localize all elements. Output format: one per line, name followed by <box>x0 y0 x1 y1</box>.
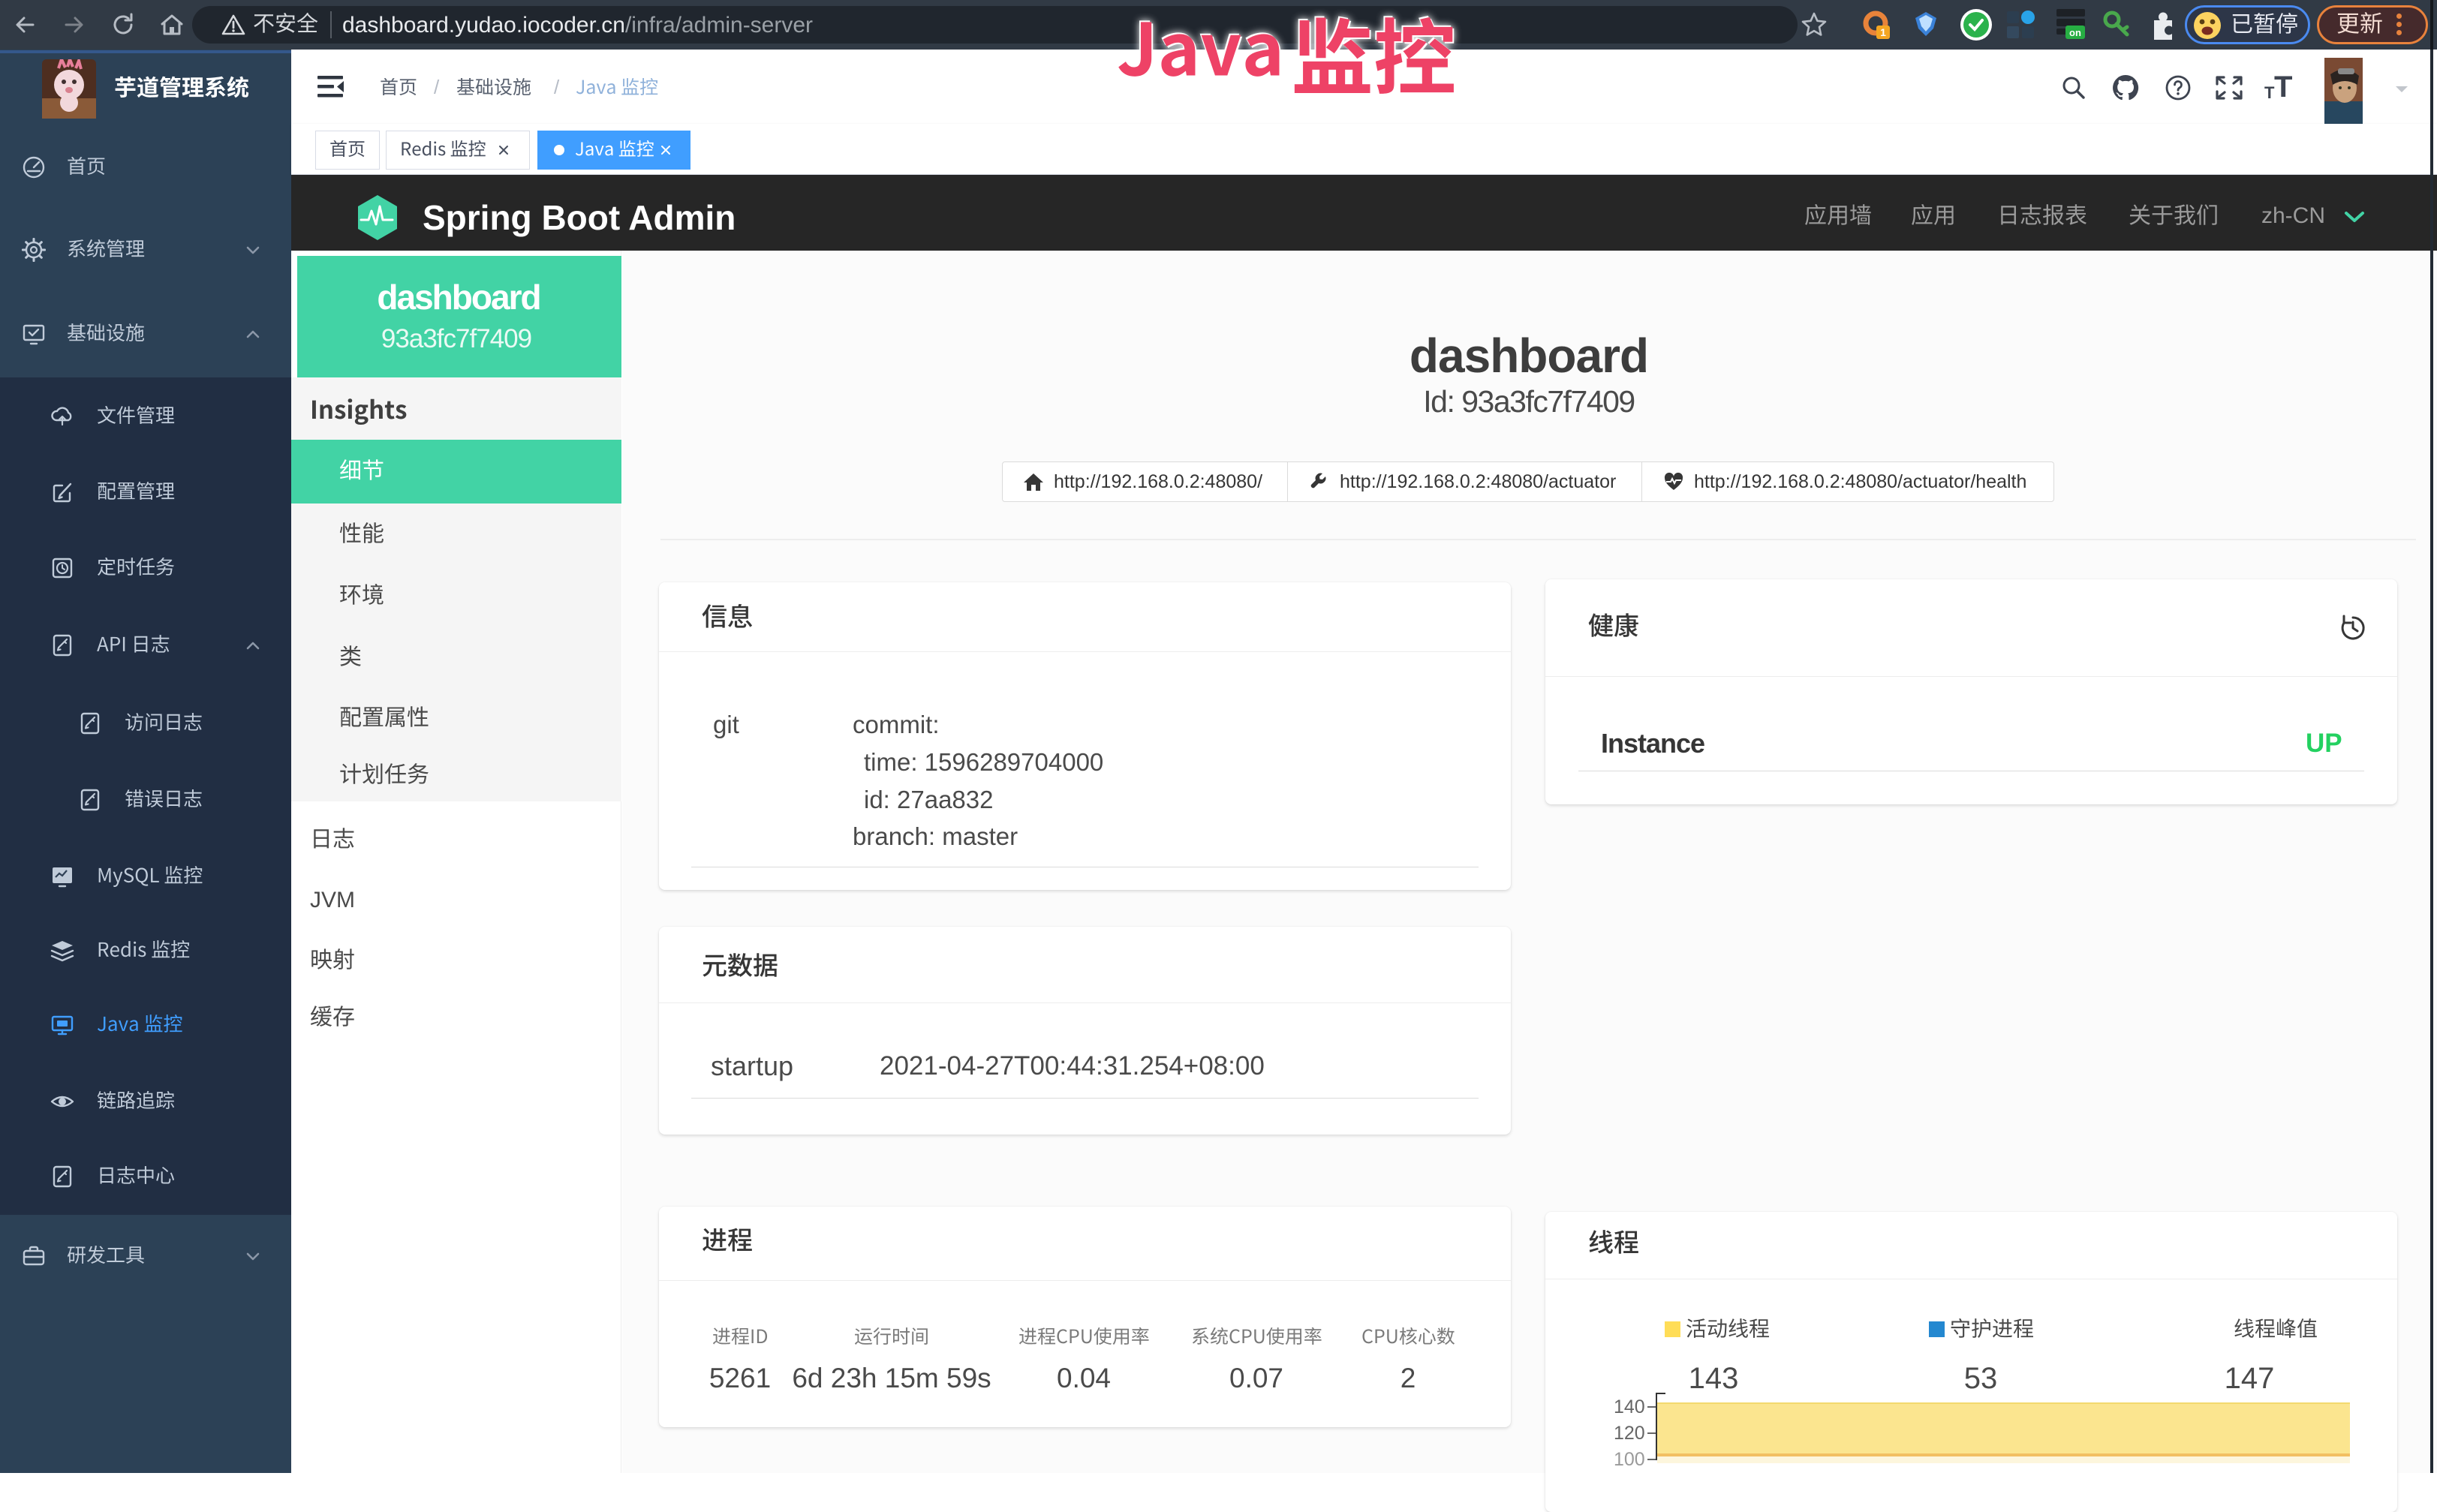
svg-text:on: on <box>2069 27 2081 38</box>
svg-text:1: 1 <box>1880 26 1886 38</box>
